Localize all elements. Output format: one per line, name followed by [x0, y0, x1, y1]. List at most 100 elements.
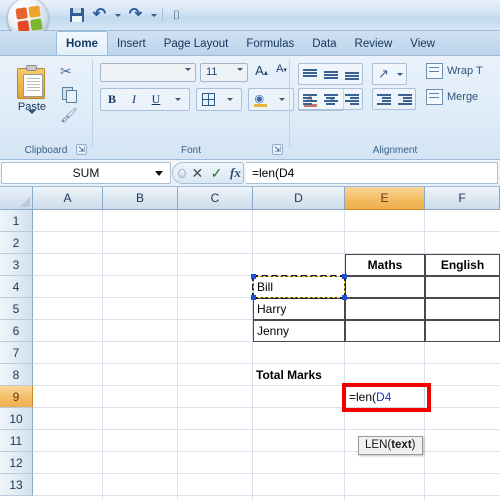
paste-button[interactable]: Paste [8, 62, 56, 132]
row-header-11[interactable]: 11 [0, 430, 33, 452]
column-header-a[interactable]: A [33, 187, 103, 210]
chevron-down-icon [155, 171, 163, 176]
align-middle-icon [323, 68, 338, 80]
column-header-b[interactable]: B [103, 187, 178, 210]
column-header-e[interactable]: E [345, 187, 425, 210]
formula-input[interactable]: =len(D4 [246, 162, 498, 184]
column-header-d[interactable]: D [253, 187, 345, 210]
align-left-button[interactable] [299, 89, 320, 109]
row-header-13[interactable]: 13 [0, 474, 33, 496]
chevron-down-icon[interactable] [28, 110, 36, 126]
insert-function-button[interactable]: fx [228, 164, 243, 182]
undo-button[interactable]: ↶ [89, 5, 110, 25]
italic-button[interactable]: I [123, 89, 145, 110]
row-header-2[interactable]: 2 [0, 232, 33, 254]
horizontal-align-row [298, 88, 416, 110]
font-name-input[interactable] [100, 63, 196, 83]
tab-home[interactable]: Home [56, 31, 108, 55]
borders-group [196, 87, 242, 111]
chevron-down-icon: ⌷ [172, 7, 181, 22]
cell-D4[interactable]: Bill [253, 276, 345, 298]
cell-F6[interactable] [425, 320, 500, 342]
align-right-button[interactable] [341, 89, 362, 109]
shrink-font-icon: A [276, 63, 284, 75]
wrap-text-icon [426, 63, 443, 79]
tab-formulas[interactable]: Formulas [237, 32, 303, 55]
cell-E3[interactable]: Maths [345, 254, 425, 276]
ribbon-group-alignment: ↗ Wrap T Merge Alignment [292, 58, 498, 157]
orientation-dropdown-button[interactable] [394, 64, 406, 84]
borders-dropdown-button[interactable] [219, 89, 241, 110]
formula-bar-buttons: ✕ ✓ fx [172, 162, 244, 184]
cell-area: Maths English Bill Harry Jenny Total Mar… [33, 210, 500, 500]
copy-button[interactable] [60, 85, 80, 105]
cancel-button[interactable]: ✕ [190, 164, 205, 182]
row-header-10[interactable]: 10 [0, 408, 33, 430]
grow-font-icon: A [255, 63, 264, 78]
undo-dropdown-button[interactable] [112, 5, 123, 25]
wrap-text-button[interactable]: Wrap T [426, 63, 483, 79]
chevron-down-icon [397, 72, 403, 76]
orientation-button[interactable]: ↗ [373, 64, 394, 84]
align-center-button[interactable] [320, 89, 341, 109]
office-logo-icon [15, 5, 43, 33]
tab-review[interactable]: Review [346, 32, 402, 55]
cell-E5[interactable] [345, 298, 425, 320]
annotation-highlight-box [342, 383, 431, 412]
tab-data[interactable]: Data [303, 32, 345, 55]
tab-page-layout[interactable]: Page Layout [155, 32, 238, 55]
decrease-indent-button[interactable] [373, 89, 394, 109]
align-left-icon [302, 93, 317, 105]
middle-align-button[interactable] [320, 64, 341, 84]
font-dialog-launcher[interactable]: ⇲ [272, 144, 283, 155]
title-bar: ↶ ↷ ⌷ [0, 0, 500, 39]
fill-color-button[interactable]: ◉ [249, 89, 271, 110]
bold-button[interactable]: B [101, 89, 123, 110]
cut-button[interactable]: ✂ [60, 63, 80, 83]
tab-insert[interactable]: Insert [108, 32, 155, 55]
row-header-5[interactable]: 5 [0, 298, 33, 320]
borders-button[interactable] [197, 89, 219, 110]
row-header-8[interactable]: 8 [0, 364, 33, 386]
ribbon-body: Paste ✂ 🖌 Clipboard ⇲ 11 A ▴ A ▾ B I U ◉… [0, 56, 500, 160]
align-top-icon [302, 68, 317, 80]
row-header-12[interactable]: 12 [0, 452, 33, 474]
customize-qat-button[interactable]: ⌷ [166, 5, 187, 25]
cell-D8[interactable]: Total Marks [253, 364, 345, 386]
format-painter-button[interactable]: 🖌 [60, 107, 80, 127]
top-align-button[interactable] [299, 64, 320, 84]
cell-D5[interactable]: Harry [253, 298, 345, 320]
cell-E6[interactable] [345, 320, 425, 342]
row-header-7[interactable]: 7 [0, 342, 33, 364]
bottom-align-button[interactable] [341, 64, 362, 84]
grow-font-button[interactable]: A ▴ [252, 63, 271, 82]
name-box-value: SUM [72, 166, 100, 180]
font-size-input[interactable]: 11 [200, 63, 248, 83]
row-header-6[interactable]: 6 [0, 320, 33, 342]
cell-D6[interactable]: Jenny [253, 320, 345, 342]
clipboard-dialog-launcher[interactable]: ⇲ [76, 144, 87, 155]
increase-indent-button[interactable] [394, 89, 415, 109]
cell-F4[interactable] [425, 276, 500, 298]
underline-dropdown-button[interactable] [167, 89, 189, 110]
row-header-3[interactable]: 3 [0, 254, 33, 276]
column-headers: A B C D E F [0, 187, 500, 210]
column-header-f[interactable]: F [425, 187, 500, 210]
column-header-c[interactable]: C [178, 187, 253, 210]
cell-F3[interactable]: English [425, 254, 500, 276]
row-header-1[interactable]: 1 [0, 210, 33, 232]
tab-view[interactable]: View [401, 32, 444, 55]
save-button[interactable] [66, 5, 87, 25]
select-all-button[interactable] [0, 187, 33, 210]
name-box[interactable]: SUM [1, 162, 171, 184]
merge-cells-button[interactable]: Merge [426, 89, 478, 105]
row-header-9[interactable]: 9 [0, 386, 33, 408]
redo-dropdown-button[interactable] [148, 5, 159, 25]
row-header-4[interactable]: 4 [0, 276, 33, 298]
border-grid-icon [201, 92, 215, 106]
cell-F5[interactable] [425, 298, 500, 320]
cell-E4[interactable] [345, 276, 425, 298]
redo-button[interactable]: ↷ [125, 5, 146, 25]
enter-button[interactable]: ✓ [209, 164, 224, 182]
underline-button[interactable]: U [145, 89, 167, 110]
